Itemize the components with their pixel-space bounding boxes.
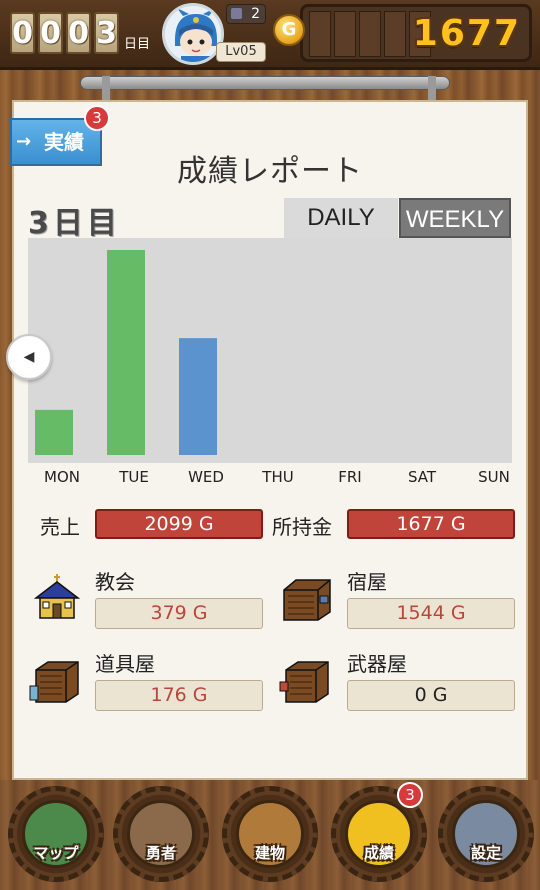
notification-counter[interactable]: 2: [226, 4, 266, 24]
nav-building-button[interactable]: 建物: [222, 786, 318, 882]
x-tick-label: MON: [44, 468, 80, 486]
gold-slot: [384, 11, 406, 57]
chart-x-axis: MON TUE WED THU FRI SAT SUN: [18, 468, 522, 488]
day-digit: 0: [10, 12, 35, 54]
sales-value: 2099 G: [95, 509, 263, 539]
level-badge: Lv05: [216, 42, 266, 62]
building-label-item-shop: 道具屋: [95, 652, 155, 676]
tab-daily[interactable]: DAILY: [284, 198, 398, 238]
day-label: 3日目: [28, 206, 121, 241]
x-tick-label: SUN: [478, 468, 510, 486]
building-value-weapon-shop: 0 G: [347, 680, 515, 711]
nav-report-button[interactable]: 成績 3: [331, 782, 427, 882]
building-value-church: 379 G: [95, 598, 263, 629]
nav-settings-button[interactable]: 設定: [438, 786, 534, 882]
day-digit: 3: [94, 12, 119, 54]
building-label-weapon-shop: 武器屋: [347, 652, 407, 676]
previous-day-button[interactable]: ◀: [6, 334, 52, 380]
x-tick-label: THU: [262, 468, 294, 486]
gold-coin-icon: G: [273, 14, 305, 46]
mail-icon: [231, 8, 242, 19]
nav-map-label: マップ: [33, 844, 79, 862]
nav-hero-button[interactable]: 勇者: [113, 786, 209, 882]
gold-display: 1677: [300, 4, 532, 62]
chart-bar-wed: [179, 338, 217, 455]
notification-count: 2: [251, 6, 260, 22]
sales-label: 売上: [40, 515, 80, 539]
page-title: 成績レポート: [177, 154, 363, 189]
chevron-left-icon: ◀: [23, 349, 35, 365]
gold-slot: [309, 11, 331, 57]
day-digit: 0: [66, 12, 91, 54]
nav-hero-label: 勇者: [145, 844, 176, 862]
money-value: 1677 G: [347, 509, 515, 539]
nav-report-label: 成績: [363, 844, 394, 862]
day-digit: 0: [38, 12, 63, 54]
building-value-inn: 1544 G: [347, 598, 515, 629]
money-label: 所持金: [272, 515, 332, 539]
building-value-item-shop: 176 G: [95, 680, 263, 711]
weapon-shop-icon: [279, 661, 329, 703]
report-badge: 3: [397, 782, 423, 808]
chart-bar-mon: [35, 409, 73, 455]
gold-slot: [334, 11, 356, 57]
day-counter: 0 0 0 3 日目: [10, 12, 150, 54]
x-tick-label: WED: [188, 468, 224, 486]
building-label-church: 教会: [95, 570, 135, 594]
gold-slot: [359, 11, 381, 57]
x-tick-label: FRI: [338, 468, 362, 486]
hero-avatar[interactable]: [162, 3, 224, 65]
sales-chart-svg: [35, 250, 217, 455]
church-icon: [33, 574, 81, 619]
day-unit-label: 日目: [124, 37, 151, 52]
achievement-badge: 3: [84, 105, 110, 131]
inn-icon: [283, 579, 331, 621]
item-shop-icon: [29, 661, 79, 703]
nav-map-button[interactable]: マップ: [8, 786, 104, 882]
building-label-inn: 宿屋: [347, 570, 387, 594]
x-tick-label: SAT: [407, 468, 437, 486]
sales-chart: [28, 238, 512, 463]
nav-settings-label: 設定: [470, 844, 501, 862]
nav-building-label: 建物: [254, 844, 285, 862]
tab-weekly[interactable]: WEEKLY: [399, 198, 511, 238]
x-tick-label: TUE: [119, 468, 149, 486]
chart-bar-tue: [107, 250, 145, 455]
gold-amount: 1677: [412, 13, 521, 54]
